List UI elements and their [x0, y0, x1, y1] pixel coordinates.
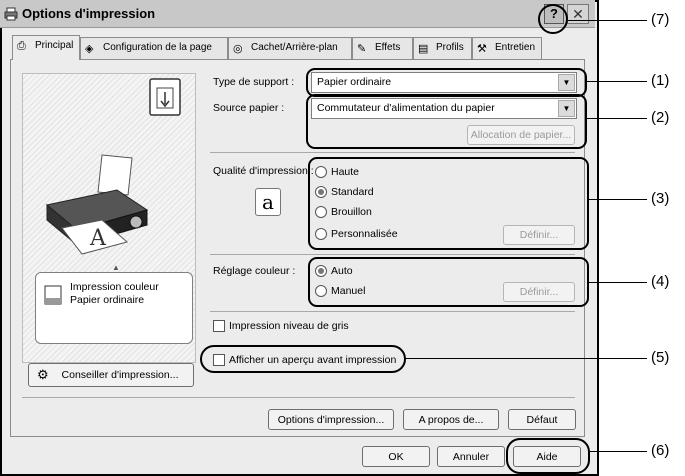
ok-button[interactable]: OK — [362, 446, 430, 467]
grayscale-checkbox[interactable] — [213, 320, 225, 332]
about-button[interactable]: A propos de... — [403, 409, 499, 430]
tab-profiles[interactable]: ▤ Profils — [413, 37, 472, 59]
tab-label: Configuration de la page — [103, 42, 212, 53]
printer-icon — [4, 7, 18, 21]
printer-illustration: A — [45, 154, 149, 255]
layers-icon: ◈ — [85, 43, 94, 55]
tab-page-setup[interactable]: ◈ Configuration de la page — [80, 37, 228, 59]
brush-icon: ✎ — [357, 43, 367, 55]
divider — [210, 254, 575, 255]
tab-maintenance[interactable]: ⚒ Entretien — [472, 37, 542, 59]
tab-label: Profils — [436, 42, 464, 53]
callout-line — [587, 118, 647, 119]
callout-highlight — [200, 345, 406, 373]
arrow-up-icon: ▲ — [112, 263, 120, 272]
callout-highlight — [506, 438, 590, 474]
tab-label: Effets — [375, 42, 401, 53]
callout-line — [589, 282, 647, 283]
quality-icon: a — [255, 188, 281, 216]
close-button[interactable]: ✕ — [567, 4, 589, 24]
divider — [210, 152, 575, 153]
tab-label: Principal — [35, 40, 74, 51]
tab-effects[interactable]: ✎ Effets — [352, 37, 413, 59]
stamp-icon: ◎ — [233, 43, 243, 55]
cancel-button[interactable]: Annuler — [437, 446, 505, 467]
maintenance-icon: ⚒ — [477, 43, 487, 55]
paper-orientation-icon — [149, 78, 181, 116]
callout-line — [406, 358, 647, 359]
summary-color-mode: Impression couleur — [70, 281, 159, 293]
paper-icon — [44, 285, 62, 305]
callout-label-7: (7) — [651, 11, 670, 28]
callout-highlight — [306, 94, 587, 149]
callout-highlight — [538, 4, 568, 34]
color-adjust-label: Réglage couleur : — [213, 265, 296, 277]
callout-label-2: (2) — [651, 109, 670, 126]
callout-highlight — [308, 257, 589, 307]
callout-highlight — [306, 68, 587, 97]
window-title: Options d'impression — [22, 6, 156, 21]
printer-icon: ⎙ — [17, 40, 26, 52]
tab-principal[interactable]: ⎙ Principal — [12, 35, 80, 60]
divider — [22, 397, 575, 398]
callout-label-4: (4) — [651, 273, 670, 290]
print-options-button[interactable]: Options d'impression... — [268, 409, 394, 430]
callout-line — [587, 81, 647, 82]
svg-text:A: A — [89, 226, 107, 251]
settings-summary-box: Impression couleur Papier ordinaire — [35, 272, 193, 344]
profile-icon: ▤ — [418, 43, 429, 55]
callout-label-6: (6) — [651, 442, 670, 459]
paper-source-label: Source papier : — [213, 102, 285, 114]
tab-label: Entretien — [495, 42, 536, 53]
callout-label-5: (5) — [651, 349, 670, 366]
print-advisor-button[interactable]: ⚙ Conseiller d'impression... — [28, 363, 194, 387]
print-advisor-label: Conseiller d'impression... — [61, 369, 179, 381]
media-type-label: Type de support : — [213, 76, 295, 88]
defaults-button[interactable]: Défaut — [508, 409, 576, 430]
divider — [210, 311, 575, 312]
callout-label-3: (3) — [651, 190, 670, 207]
callout-label-1: (1) — [651, 72, 670, 89]
tab-stamp-background[interactable]: ◎ Cachet/Arrière-plan — [228, 37, 352, 59]
tab-label: Cachet/Arrière-plan — [251, 42, 338, 53]
print-quality-label: Qualité d'impression : — [213, 165, 314, 177]
summary-media-type: Papier ordinaire — [70, 294, 145, 306]
callout-highlight — [308, 157, 589, 250]
advisor-icon: ⚙ — [37, 367, 49, 382]
callout-line — [589, 199, 647, 200]
callout-line — [590, 451, 647, 452]
callout-line — [568, 20, 647, 21]
grayscale-label: Impression niveau de gris — [229, 320, 349, 332]
